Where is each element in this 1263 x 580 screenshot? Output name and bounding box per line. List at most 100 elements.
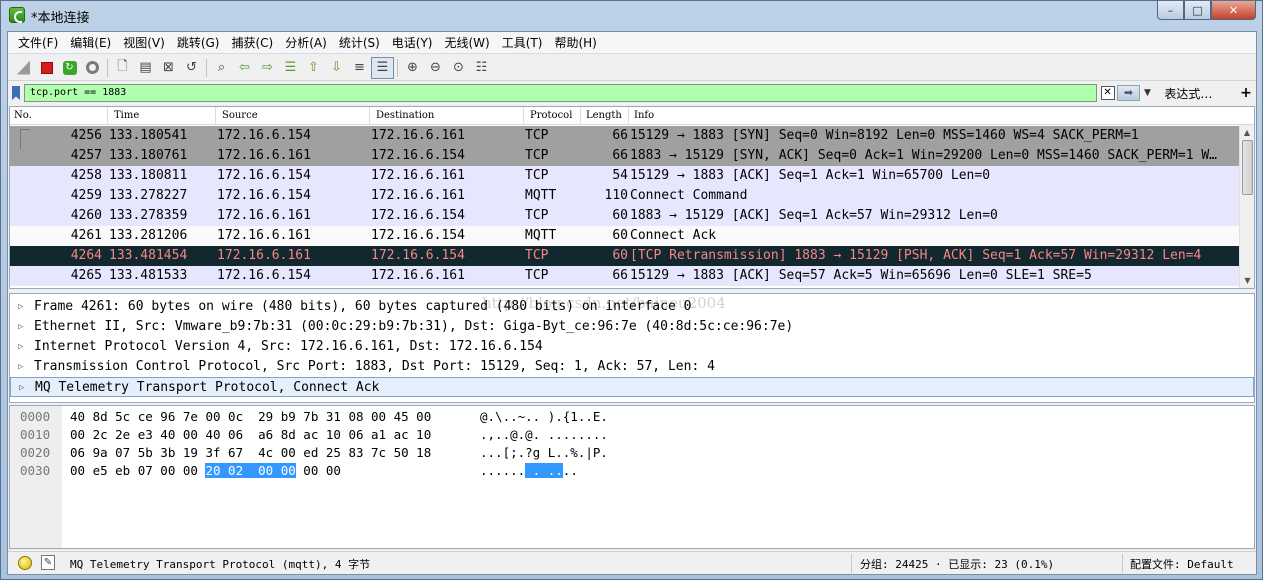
expand-triangle-icon[interactable]: ▷ bbox=[19, 378, 24, 398]
bytes-row[interactable]: 0010 00 2c 2e e3 40 00 40 06 a6 8d ac 10 … bbox=[10, 426, 1210, 444]
column-divider[interactable] bbox=[628, 107, 629, 125]
bookmark-icon[interactable] bbox=[12, 86, 20, 100]
column-protocol[interactable]: Protocol bbox=[530, 110, 572, 121]
zoom-out-button[interactable]: ⊖ bbox=[424, 57, 447, 79]
menu-view[interactable]: 视图(V) bbox=[117, 32, 171, 54]
column-length[interactable]: Length bbox=[586, 110, 622, 121]
filter-history-dropdown[interactable]: ▼ bbox=[1140, 85, 1154, 101]
bytes-row[interactable]: 0030 00 e5 eb 07 00 00 20 02 00 00 00 00.… bbox=[10, 462, 1210, 480]
column-info[interactable]: Info bbox=[634, 110, 654, 121]
menu-telephony[interactable]: 电话(Y) bbox=[386, 32, 439, 54]
packet-cell-time: 133.281206 bbox=[109, 228, 188, 243]
packet-cell-dst: 172.16.6.161 bbox=[371, 128, 465, 143]
autoscroll-button[interactable]: ≡ bbox=[348, 57, 371, 79]
reload-file-button[interactable]: ↺ bbox=[180, 57, 203, 79]
display-filter-input[interactable]: tcp.port == 1883 bbox=[23, 84, 1097, 102]
packet-row[interactable]: 4258 133.180811 172.16.6.154 172.16.6.161 TC… bbox=[10, 166, 1240, 186]
scroll-up-arrow[interactable]: ▲ bbox=[1240, 125, 1254, 140]
expression-button[interactable]: 表达式… bbox=[1164, 85, 1224, 102]
packet-row[interactable]: 4259 133.278227 172.16.6.154 172.16.6.161 MQ… bbox=[10, 186, 1240, 206]
restart-icon: ↻ bbox=[62, 60, 77, 75]
packet-bytes: 0000 40 8d 5c ce 96 7e 00 0c 29 b9 7b 31 … bbox=[9, 405, 1255, 549]
column-divider[interactable] bbox=[215, 107, 216, 125]
expand-triangle-icon[interactable]: ▷ bbox=[18, 337, 23, 357]
menu-go[interactable]: 跳转(G) bbox=[171, 32, 226, 54]
add-filter-button[interactable]: + bbox=[1236, 85, 1256, 101]
maximize-button[interactable]: □ bbox=[1184, 1, 1211, 20]
packet-row[interactable]: 4256 133.180541 172.16.6.154 172.16.6.161 TC… bbox=[10, 126, 1240, 146]
close-file-button[interactable]: ⊠ bbox=[157, 57, 180, 79]
open-file-button[interactable]: 🗋 bbox=[111, 57, 134, 79]
zoom-normal-button[interactable]: ⊙ bbox=[447, 57, 470, 79]
capture-comment-icon[interactable]: ✎ bbox=[41, 555, 55, 570]
detail-frame[interactable]: ▷ Frame 4261: 60 bytes on wire (480 bits)… bbox=[10, 297, 1254, 317]
detail-ipv4[interactable]: ▷ Internet Protocol Version 4, Src: 172.1… bbox=[10, 337, 1254, 357]
menu-edit[interactable]: 编辑(E) bbox=[64, 32, 117, 54]
column-time[interactable]: Time bbox=[114, 110, 139, 121]
packet-row[interactable]: 4265 133.481533 172.16.6.154 172.16.6.161 TC… bbox=[10, 266, 1240, 286]
clear-filter-button[interactable]: ✕ bbox=[1100, 86, 1115, 100]
column-destination[interactable]: Destination bbox=[376, 110, 434, 121]
apply-filter-button[interactable]: ➡ bbox=[1116, 85, 1141, 101]
status-profile[interactable]: 配置文件: Default bbox=[1130, 556, 1234, 572]
expand-triangle-icon[interactable]: ▷ bbox=[18, 357, 23, 377]
bytes-row[interactable]: 0000 40 8d 5c ce 96 7e 00 0c 29 b9 7b 31 … bbox=[10, 408, 1210, 426]
packet-row[interactable]: 4264 133.481454 172.16.6.161 172.16.6.154 TC… bbox=[10, 246, 1240, 266]
packet-row[interactable]: 4260 133.278359 172.16.6.161 172.16.6.154 TC… bbox=[10, 206, 1240, 226]
scroll-down-arrow[interactable]: ▼ bbox=[1240, 273, 1254, 288]
go-forward-button[interactable]: ⇨ bbox=[256, 57, 279, 79]
capture-options-button[interactable] bbox=[81, 57, 104, 79]
title-bar[interactable]: *本地连接 – □ ✕ bbox=[1, 1, 1262, 31]
go-back-button[interactable]: ⇦ bbox=[233, 57, 256, 79]
packet-row[interactable]: 4257 133.180761 172.16.6.161 172.16.6.154 TC… bbox=[10, 146, 1240, 166]
start-capture-button[interactable] bbox=[12, 57, 35, 79]
go-last-packet-button[interactable]: ⇩ bbox=[325, 57, 348, 79]
bytes-ascii-segment: .,..@.@. ........ bbox=[480, 427, 608, 442]
column-divider[interactable] bbox=[580, 107, 581, 125]
menu-capture[interactable]: 捕获(C) bbox=[225, 32, 279, 54]
menu-analyze[interactable]: 分析(A) bbox=[279, 32, 333, 54]
column-divider[interactable] bbox=[107, 107, 108, 125]
zoom-normal-icon: ⊙ bbox=[453, 60, 464, 75]
column-divider[interactable] bbox=[369, 107, 370, 125]
bytes-hex: 00 e5 eb 07 00 00 20 02 00 00 00 00 bbox=[70, 462, 341, 480]
packet-cell-dst: 172.16.6.161 bbox=[371, 188, 465, 203]
column-source[interactable]: Source bbox=[222, 110, 258, 121]
bytes-row[interactable]: 0020 06 9a 07 5b 3b 19 3f 67 4c 00 ed 25 … bbox=[10, 444, 1210, 462]
zoom-in-button[interactable]: ⊕ bbox=[401, 57, 424, 79]
conversation-bracket bbox=[20, 129, 30, 149]
go-last-icon: ⇩ bbox=[331, 60, 342, 75]
menu-statistics[interactable]: 统计(S) bbox=[333, 32, 386, 54]
reload-icon: ↺ bbox=[186, 60, 197, 75]
packet-list-scrollbar[interactable]: ▲ ▼ bbox=[1239, 125, 1254, 288]
menu-wireless[interactable]: 无线(W) bbox=[439, 32, 496, 54]
stop-capture-button[interactable] bbox=[35, 57, 58, 79]
column-no[interactable]: No. bbox=[14, 110, 32, 121]
packet-cell-src: 172.16.6.154 bbox=[217, 188, 311, 203]
expand-triangle-icon[interactable]: ▷ bbox=[18, 317, 23, 337]
packet-cell-info: [TCP Retransmission] 1883 → 15129 [PSH, … bbox=[630, 248, 1202, 263]
expand-triangle-icon[interactable]: ▷ bbox=[18, 297, 23, 317]
restart-capture-button[interactable]: ↻ bbox=[58, 57, 81, 79]
minimize-button[interactable]: – bbox=[1157, 1, 1184, 20]
menu-help[interactable]: 帮助(H) bbox=[548, 32, 602, 54]
detail-ethernet[interactable]: ▷ Ethernet II, Src: Vmware_b9:7b:31 (00:0… bbox=[10, 317, 1254, 337]
resize-columns-button[interactable]: ☷ bbox=[470, 57, 493, 79]
find-packet-button[interactable]: ⌕ bbox=[210, 57, 233, 79]
column-divider[interactable] bbox=[523, 107, 524, 125]
scroll-thumb[interactable] bbox=[1242, 140, 1253, 195]
packet-cell-dst: 172.16.6.154 bbox=[371, 228, 465, 243]
close-button[interactable]: ✕ bbox=[1211, 1, 1256, 20]
save-file-button[interactable]: ▤ bbox=[134, 57, 157, 79]
packet-cell-proto: TCP bbox=[525, 268, 549, 283]
colorize-button[interactable]: ☰ bbox=[371, 56, 394, 79]
detail-mqtt[interactable]: ▷ MQ Telemetry Transport Protocol, Connec… bbox=[10, 377, 1254, 397]
packet-list-header: No. Time Source Destination Protocol Len… bbox=[10, 107, 1254, 125]
packet-row[interactable]: 4261 133.281206 172.16.6.161 172.16.6.154 MQ… bbox=[10, 226, 1240, 246]
menu-tools[interactable]: 工具(T) bbox=[496, 32, 549, 54]
detail-tcp[interactable]: ▷ Transmission Control Protocol, Src Port… bbox=[10, 357, 1254, 377]
go-first-packet-button[interactable]: ⇧ bbox=[302, 57, 325, 79]
go-to-packet-button[interactable]: ☰ bbox=[279, 57, 302, 79]
expert-info-icon[interactable] bbox=[18, 556, 32, 570]
menu-file[interactable]: 文件(F) bbox=[12, 32, 64, 54]
